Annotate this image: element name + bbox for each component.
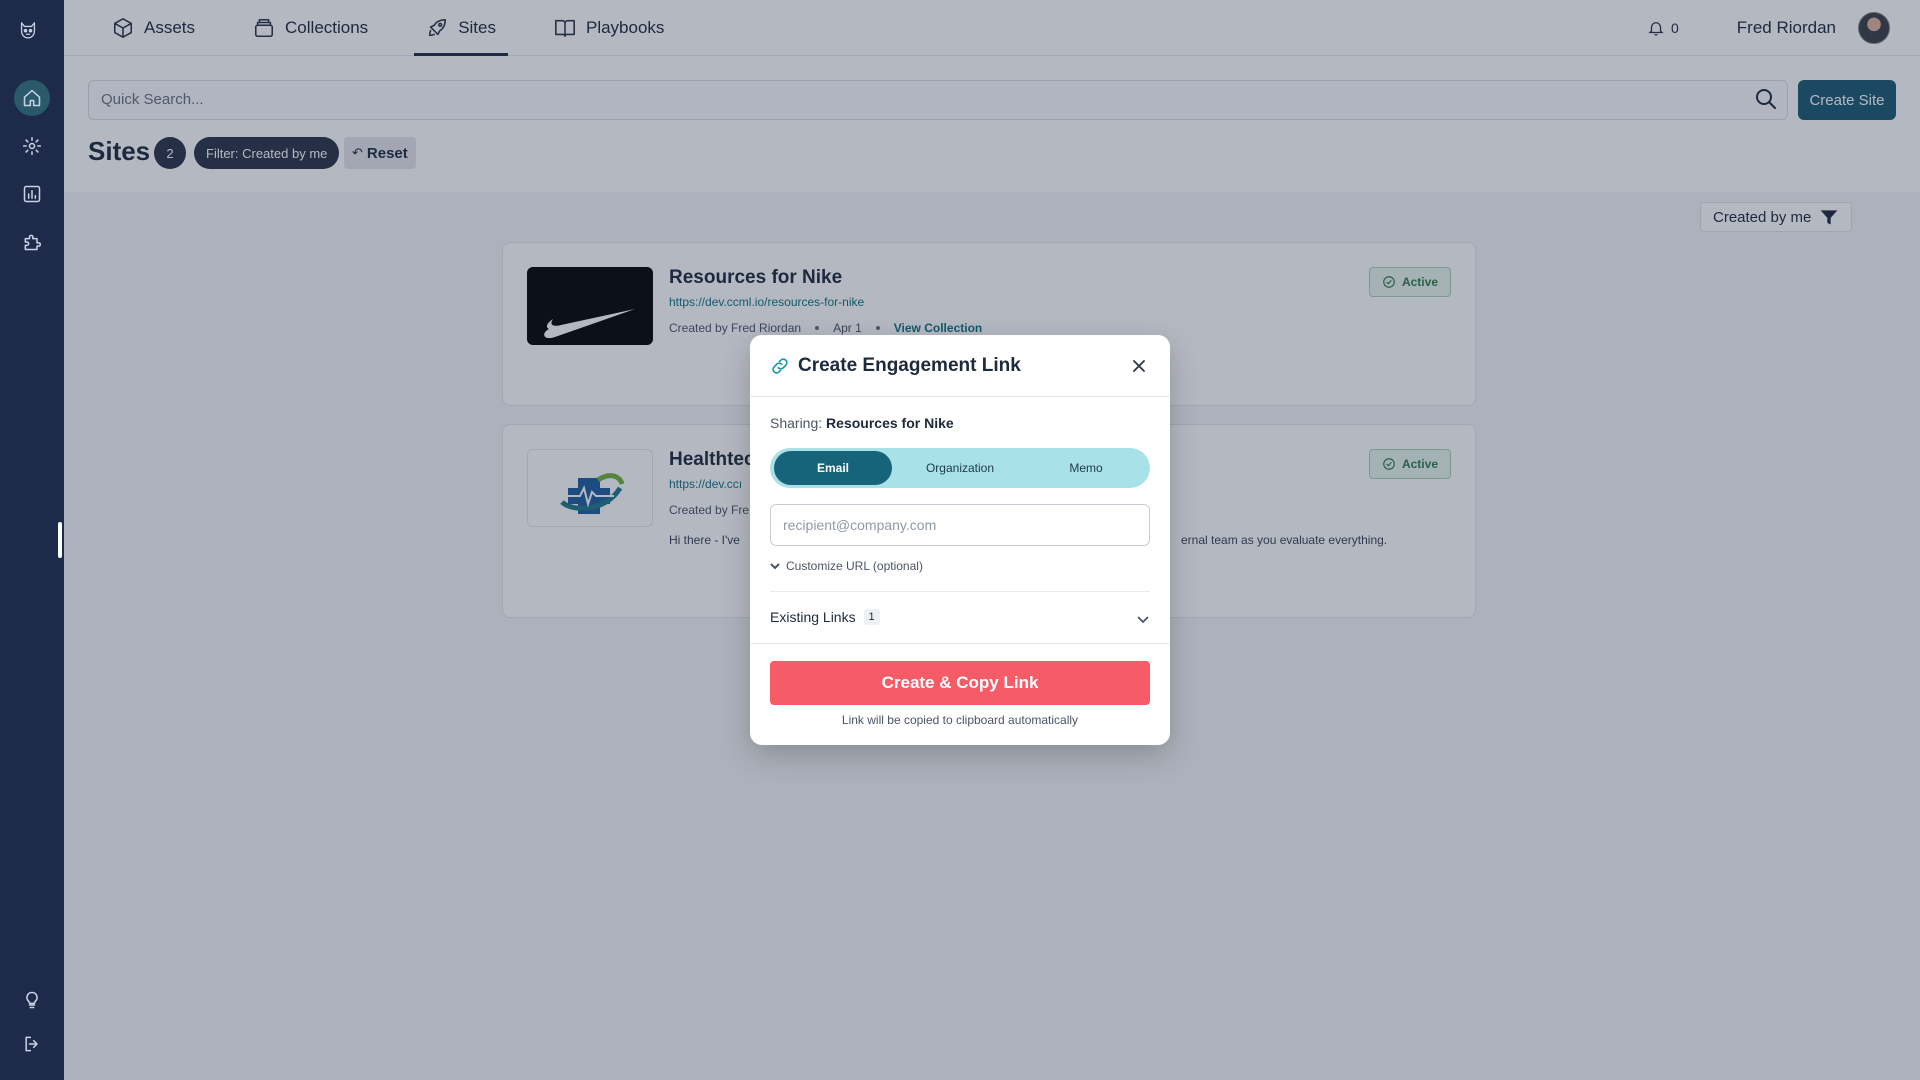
rail-settings-button[interactable] — [14, 128, 50, 164]
app-logo-icon[interactable] — [18, 20, 46, 48]
segment-email[interactable]: Email — [774, 451, 892, 485]
gear-icon — [22, 136, 42, 156]
lightbulb-icon — [26, 991, 38, 1009]
chevron-down-icon — [770, 563, 780, 570]
modal-header: Create Engagement Link — [750, 335, 1170, 397]
existing-links-label: Existing Links — [770, 609, 856, 625]
customize-label: Customize URL (optional) — [786, 559, 923, 573]
puzzle-icon — [24, 234, 42, 251]
sharing-label: Sharing: Resources for Nike — [770, 415, 954, 431]
clipboard-hint: Link will be copied to clipboard automat… — [841, 713, 1079, 727]
rail-home-button[interactable] — [14, 80, 50, 116]
recipient-type-toggle: Email Organization Memo — [770, 448, 1150, 488]
existing-links-count: 1 — [863, 609, 880, 625]
rail-analytics-button[interactable] — [14, 176, 50, 212]
rail-logout-button[interactable] — [14, 1026, 50, 1062]
home-icon — [23, 89, 41, 107]
rail-resize-handle[interactable] — [56, 520, 64, 560]
create-copy-link-button[interactable]: Create & Copy Link — [770, 661, 1150, 705]
close-button[interactable] — [1128, 355, 1150, 377]
link-icon — [770, 356, 790, 376]
segment-organization[interactable]: Organization — [900, 451, 1020, 485]
existing-links-toggle[interactable]: Existing Links 1 — [770, 609, 880, 625]
segment-memo[interactable]: Memo — [1026, 451, 1146, 485]
customize-url-toggle[interactable]: Customize URL (optional) — [770, 559, 923, 573]
create-engagement-link-modal: Create Engagement Link Sharing: Resource… — [750, 335, 1170, 745]
rail-integrations-button[interactable] — [14, 224, 50, 260]
recipient-email-input[interactable]: recipient@company.com — [770, 504, 1150, 546]
close-icon — [1133, 360, 1145, 372]
logout-icon — [25, 1036, 38, 1052]
chevron-down-icon[interactable] — [1136, 612, 1150, 626]
sharing-target: Resources for Nike — [826, 415, 954, 431]
divider — [770, 591, 1150, 592]
chart-icon — [23, 185, 41, 203]
divider — [750, 643, 1170, 644]
sharing-prefix: Sharing: — [770, 415, 823, 431]
modal-title: Create Engagement Link — [798, 355, 1021, 376]
rail-ideas-button[interactable] — [14, 982, 50, 1018]
left-rail — [0, 0, 64, 1080]
